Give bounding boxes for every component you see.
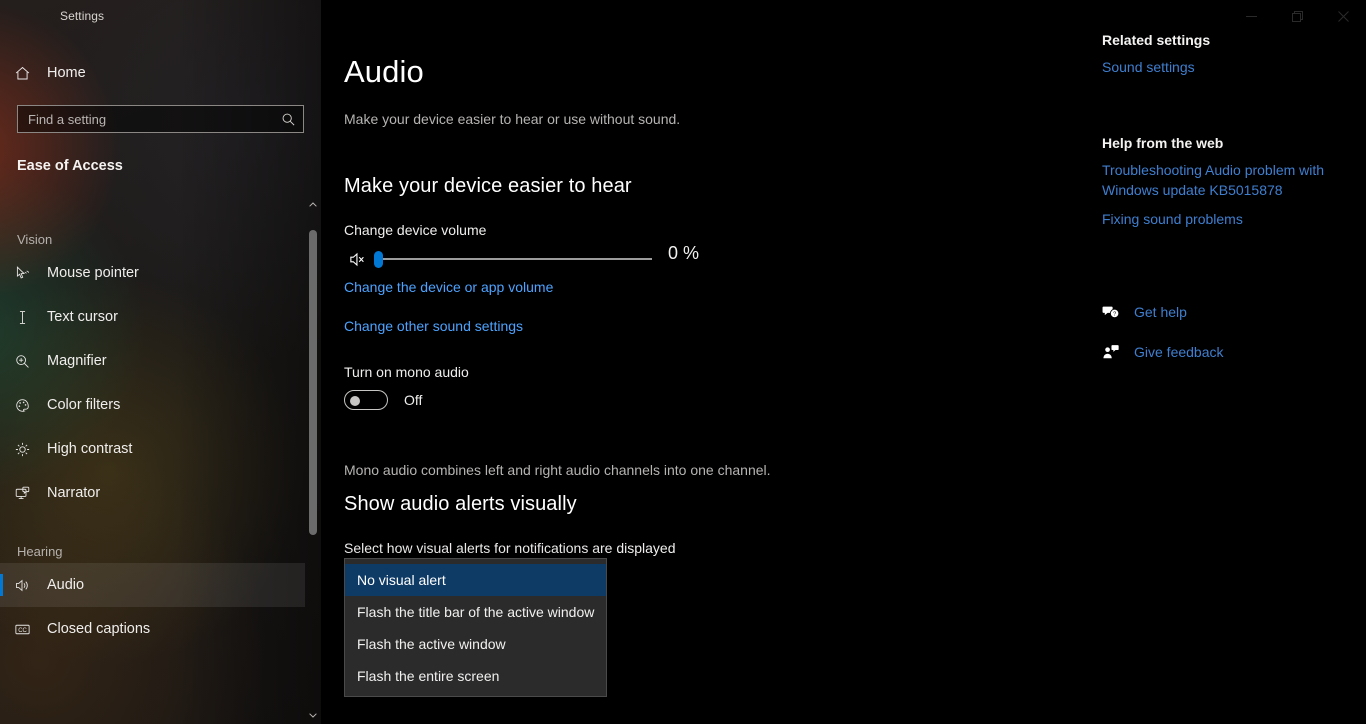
section-heading-alerts: Show audio alerts visually [344, 493, 577, 515]
sidebar-item-label: Audio [47, 577, 85, 593]
palette-icon [14, 397, 44, 414]
related-settings-heading: Related settings [1102, 32, 1211, 48]
sidebar: Home Ease of Access Vision [0, 0, 321, 724]
sidebar-scroll-area: Vision Mouse pointer Text cursor Magnifi… [0, 195, 321, 724]
sidebar-home-label: Home [47, 65, 86, 81]
window-title: Settings [60, 9, 105, 23]
closed-caption-icon: CC [14, 621, 44, 638]
change-device-or-app-volume-link[interactable]: Change the device or app volume [344, 279, 553, 295]
home-icon [14, 65, 44, 82]
visual-alerts-dropdown-list[interactable]: No visual alert Flash the title bar of t… [344, 558, 607, 697]
troubleshooting-audio-link[interactable]: Troubleshooting Audio problem with Windo… [1102, 161, 1352, 200]
volume-label: Change device volume [344, 222, 487, 238]
settings-window: Settings Home Find a setting Ease of Acc… [0, 0, 1366, 724]
sidebar-group-hearing: Hearing [17, 544, 63, 559]
sound-settings-link[interactable]: Sound settings [1102, 58, 1352, 77]
dropdown-option[interactable]: Flash the entire screen [345, 660, 606, 692]
search-box[interactable] [17, 105, 304, 133]
volume-slider-thumb[interactable] [374, 251, 383, 268]
magnifier-icon [14, 353, 44, 370]
dropdown-option[interactable]: Flash the title bar of the active window [345, 596, 606, 628]
mono-audio-toggle[interactable] [344, 390, 388, 410]
search-input[interactable] [18, 106, 273, 132]
sidebar-item-label: Narrator [47, 485, 101, 501]
sidebar-item-label: Mouse pointer [47, 265, 139, 281]
minimize-button[interactable] [1228, 0, 1274, 32]
restore-icon [1291, 10, 1303, 22]
sidebar-app-title: Ease of Access [17, 158, 123, 174]
sidebar-item-label: Magnifier [47, 353, 107, 369]
page-subtitle: Make your device easier to hear or use w… [344, 111, 681, 127]
volume-value: 0 % [668, 243, 700, 263]
get-help-action[interactable]: ? Get help [1102, 303, 1352, 321]
chevron-down-icon [309, 712, 317, 718]
scroll-down-button[interactable] [305, 706, 321, 724]
rail-spacer [1102, 229, 1352, 281]
speaker-icon [14, 577, 44, 594]
give-feedback-label: Give feedback [1134, 344, 1224, 361]
toggle-knob [350, 396, 360, 406]
section-heading-hearing: Make your device easier to hear [344, 175, 632, 197]
search-button[interactable] [273, 106, 303, 132]
brightness-icon [14, 441, 44, 458]
close-button[interactable] [1320, 0, 1366, 32]
sidebar-item-text-cursor[interactable]: Text cursor [0, 295, 305, 339]
sidebar-scrollbar[interactable] [305, 195, 321, 724]
get-help-icon: ? [1102, 303, 1132, 321]
help-from-web-heading: Help from the web [1102, 135, 1224, 152]
sidebar-item-high-contrast[interactable]: High contrast [0, 427, 305, 471]
sidebar-item-mouse-pointer[interactable]: Mouse pointer [0, 251, 305, 295]
svg-text:CC: CC [18, 628, 27, 634]
sidebar-item-audio[interactable]: Audio [0, 563, 305, 607]
give-feedback-icon [1102, 343, 1132, 361]
restore-button[interactable] [1274, 0, 1320, 32]
sidebar-item-narrator[interactable]: Narrator [0, 471, 305, 515]
chevron-up-icon [309, 201, 317, 207]
speaker-mute-icon [349, 252, 364, 266]
mono-audio-label: Turn on mono audio [344, 364, 469, 380]
mono-audio-description: Mono audio combines left and right audio… [344, 462, 771, 478]
svg-text:?: ? [1113, 312, 1116, 318]
sidebar-item-closed-captions[interactable]: CC Closed captions [0, 607, 305, 651]
change-other-sound-settings-link[interactable]: Change other sound settings [344, 318, 523, 334]
scrollbar-thumb[interactable] [309, 230, 317, 535]
give-feedback-action[interactable]: Give feedback [1102, 343, 1352, 361]
volume-slider[interactable] [374, 243, 652, 275]
visual-alerts-label: Select how visual alerts for notificatio… [344, 540, 676, 556]
dropdown-option[interactable]: Flash the active window [345, 628, 606, 660]
get-help-label: Get help [1134, 304, 1187, 321]
related-settings-rail: Related settings Sound settings Help fro… [1102, 32, 1352, 361]
title-bar: Settings [0, 0, 1366, 32]
sidebar-item-label: Text cursor [47, 309, 118, 325]
text-cursor-icon [14, 309, 44, 326]
fixing-sound-problems-link[interactable]: Fixing sound problems [1102, 210, 1352, 229]
narrator-icon [14, 485, 44, 502]
close-icon [1337, 10, 1349, 22]
dropdown-option[interactable]: No visual alert [345, 564, 606, 596]
sidebar-item-label: Closed captions [47, 621, 151, 637]
sidebar-item-label: Color filters [47, 397, 121, 413]
sidebar-item-label: High contrast [47, 441, 133, 457]
search-icon [282, 113, 294, 125]
minimize-icon [1245, 15, 1257, 17]
sidebar-item-magnifier[interactable]: Magnifier [0, 339, 305, 383]
sidebar-item-color-filters[interactable]: Color filters [0, 383, 305, 427]
sidebar-group-vision: Vision [17, 232, 53, 247]
speaker-mute-button[interactable] [344, 246, 370, 272]
window-controls [1228, 0, 1366, 32]
mouse-pointer-icon [14, 265, 44, 282]
mono-audio-row: Off [344, 390, 422, 410]
page-title: Audio [344, 54, 424, 89]
sidebar-item-home[interactable]: Home [0, 56, 305, 90]
mono-audio-state: Off [404, 392, 423, 408]
volume-slider-track [378, 258, 652, 260]
scroll-up-button[interactable] [305, 195, 321, 213]
